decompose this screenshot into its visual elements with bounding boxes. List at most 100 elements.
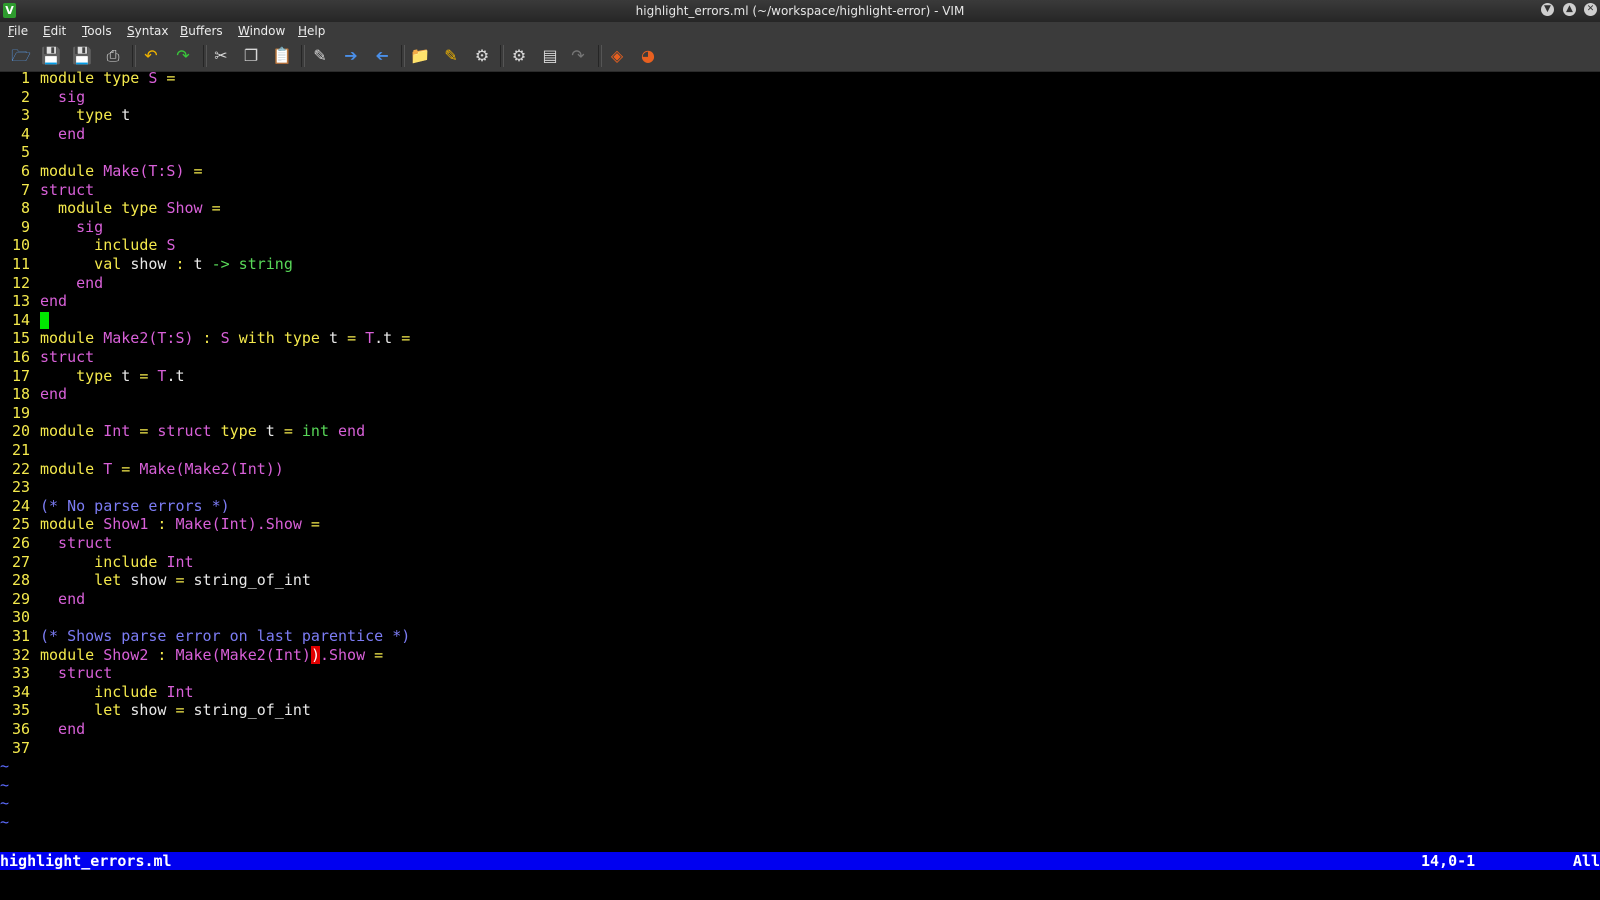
menu-help[interactable]: Help [298,22,325,41]
line-number: 37 [11,738,30,757]
code-line[interactable]: 32 module Show2 : Make(Make2(Int)).Show = [0,645,383,665]
code-line[interactable]: 22 module T = Make(Make2(Int)) [0,460,284,479]
code-token: module [40,645,104,664]
code-line[interactable]: 13 end [0,292,67,311]
code-token: = [175,571,194,590]
code-line[interactable]: 21 [0,441,40,460]
line-number: 24 [11,496,30,515]
code-line[interactable]: 2 sig [0,88,85,107]
open-icon[interactable]: 🗁 [10,46,32,66]
tags-icon[interactable]: ↷ [567,46,589,66]
code-token: int [301,422,339,441]
code-line[interactable]: 17 type t = T.t [0,367,185,386]
line-number: 3 [20,106,30,125]
close-icon[interactable]: ✕ [1584,3,1597,16]
editor-area[interactable]: 1 module type S = 2 sig 3 type t4 end 5 6 modu… [0,69,1600,852]
paste-icon[interactable]: 📋 [271,46,293,66]
code-line[interactable]: 28 let show = string_of_int [0,571,311,590]
copy-icon[interactable]: ❐ [240,46,262,66]
title-bar: V highlight_errors.ml (~/workspace/highl… [0,0,1600,22]
code-line[interactable]: 33 struct [0,664,112,683]
code-line[interactable]: 16 struct [0,348,94,367]
code-line[interactable]: 25 module Show1 : Make(Int).Show = [0,515,320,534]
help-icon[interactable]: ◈ [606,46,628,66]
code-token: = [347,329,366,348]
maximize-icon[interactable]: ▲ [1563,3,1576,16]
back-icon[interactable]: ➔ [371,46,393,66]
menu-edit[interactable]: Edit [43,22,66,41]
code-token: string_of_int [193,571,311,590]
menu-buffers[interactable]: Buffers [180,22,223,41]
menu-bar: File Edit Tools Syntax Buffers Window He… [0,22,1600,41]
line-number: 14 [11,310,30,329]
code-token: Int [166,552,194,571]
menu-tools[interactable]: Tools [82,22,112,41]
code-token: include [40,682,167,701]
menu-syntax[interactable]: Syntax [127,22,169,41]
code-line[interactable]: 19 [0,404,40,423]
run-script-icon[interactable]: ⚙ [471,46,493,66]
code-line[interactable]: 20 module Int = struct type t = int end [0,422,365,441]
line-number: 17 [11,366,30,385]
code-token: .t [374,329,393,348]
code-token: t [121,106,131,125]
parse-error-highlight: ) [310,645,320,664]
code-token: S [166,236,176,255]
code-token: end [40,273,104,292]
code-line[interactable]: 3 type t [0,106,130,125]
code-line[interactable]: 24 (* No parse errors *) [0,497,230,516]
code-line[interactable]: 14 [0,311,49,330]
code-line[interactable]: 23 [0,478,40,497]
code-line[interactable]: 26 struct [0,534,112,553]
code-token: Show2 [103,645,149,664]
code-line[interactable]: 4 end [0,125,85,144]
code-token: = [202,199,221,218]
menu-file[interactable]: File [8,22,28,41]
print-icon[interactable]: ⎙ [102,46,124,66]
code-token: include [40,236,167,255]
make-icon[interactable]: ⚙ [508,46,530,66]
code-line[interactable]: 10 include S [0,236,176,255]
code-line[interactable]: 37 [0,739,40,758]
save-icon[interactable]: 💾 [40,46,62,66]
code-line[interactable]: 15 module Make2(T:S) : S with type t = T.… [0,329,410,348]
forward-icon[interactable]: ➔ [340,46,362,66]
menu-window[interactable]: Window [238,22,285,41]
code-line[interactable]: 31 (* Shows parse error on last parentice… [0,627,410,646]
code-line[interactable]: 9 sig [0,218,103,237]
code-line[interactable]: 35 let show = string_of_int [0,701,311,720]
code-token: Int [166,682,194,701]
code-line[interactable]: 29 end [0,590,85,609]
code-line[interactable]: 11 val show : t -> string [0,255,293,274]
save-all-icon[interactable]: 💾 [71,46,93,66]
code-line[interactable]: 12 end [0,274,103,293]
code-line[interactable]: 27 include Int [0,553,194,572]
code-line[interactable]: 7 struct [0,181,94,200]
load-session-icon[interactable]: 📁 [409,46,431,66]
line-number: 2 [20,87,30,106]
line-number: 12 [11,273,30,292]
undo-icon[interactable]: ↶ [140,46,162,66]
cut-icon[interactable]: ✂ [210,46,232,66]
code-line[interactable]: 6 module Make(T:S) = [0,162,203,181]
code-line[interactable]: 30 [0,608,40,627]
save-session-icon[interactable]: ✎ [440,46,462,66]
shell-icon[interactable]: ▤ [539,46,561,66]
code-token: : [175,255,194,273]
code-line[interactable]: 34 include Int [0,683,194,702]
code-token: -> string [211,255,293,273]
code-token: include [40,552,167,571]
code-line[interactable]: 8 module type Show = [0,199,221,218]
code-token: with type [238,329,329,348]
code-line[interactable]: 18 end [0,385,67,404]
code-line[interactable]: 5 [0,143,40,162]
command-line[interactable] [0,870,1600,900]
code-token: : [148,515,176,534]
code-line[interactable]: 36 end [0,720,85,739]
code-line[interactable]: 1 module type S = [0,69,176,88]
find-replace-icon[interactable]: ✎ [309,46,331,66]
redo-icon[interactable]: ↷ [172,46,194,66]
code-token: end [40,720,86,738]
find-help-icon[interactable]: ◕ [637,46,659,66]
minimize-icon[interactable]: ▼ [1541,3,1554,16]
